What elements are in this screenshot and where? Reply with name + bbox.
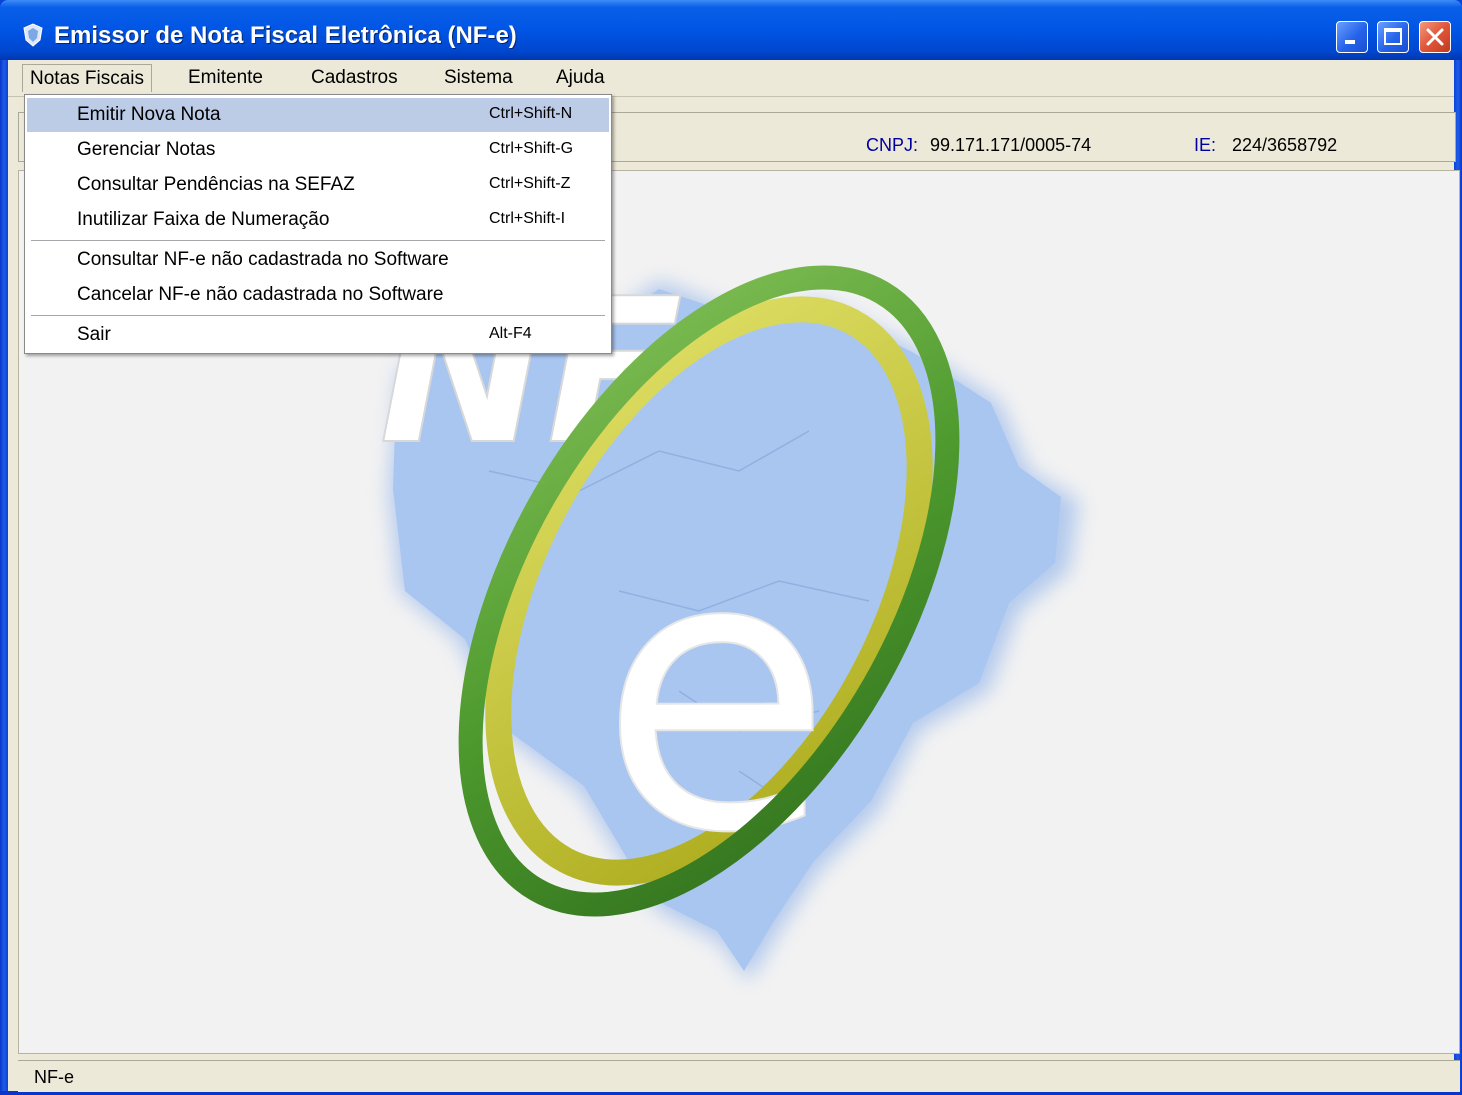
menuitem-consultar-pendencias[interactable]: Consultar Pendências na SEFAZ Ctrl+Shift… <box>27 168 609 202</box>
maximize-icon <box>1384 28 1402 45</box>
window-border-left <box>0 60 8 1095</box>
window-title: Emissor de Nota Fiscal Eletrônica (NF-e) <box>54 22 517 49</box>
menuitem-inutilizar-faixa[interactable]: Inutilizar Faixa de Numeração Ctrl+Shift… <box>27 203 609 237</box>
ie-value: 224/3658792 <box>1232 135 1338 155</box>
menuitem-sair[interactable]: Sair Alt-F4 <box>27 318 609 352</box>
menuitem-shortcut: Alt-F4 <box>489 325 532 342</box>
menuitem-label: Emitir Nova Nota <box>77 104 221 125</box>
menuitem-emitir-nova-nota[interactable]: Emitir Nova Nota Ctrl+Shift-N <box>27 98 609 132</box>
menuitem-gerenciar-notas[interactable]: Gerenciar Notas Ctrl+Shift-G <box>27 133 609 167</box>
menuitem-label: Sair <box>77 324 111 345</box>
status-bar: NF-e <box>18 1060 1460 1092</box>
menuitem-shortcut: Ctrl+Shift-N <box>489 105 573 122</box>
menuitem-cancelar-nfe-nao-cadastrada[interactable]: Cancelar NF-e não cadastrada no Software <box>27 278 609 312</box>
minimize-button[interactable] <box>1336 21 1368 53</box>
menu-cadastros[interactable]: Cadastros <box>304 64 405 92</box>
menu-ajuda[interactable]: Ajuda <box>549 64 612 92</box>
maximize-button[interactable] <box>1377 21 1409 53</box>
menuitem-label: Consultar Pendências na SEFAZ <box>77 174 355 195</box>
app-window: Emissor de Nota Fiscal Eletrônica (NF-e)… <box>0 0 1462 1095</box>
menu-notas-fiscais[interactable]: Notas Fiscais <box>22 64 153 92</box>
menuitem-shortcut: Ctrl+Shift-G <box>489 140 574 157</box>
app-logo-icon <box>23 23 43 47</box>
menuitem-label: Consultar NF-e não cadastrada no Softwar… <box>77 249 449 270</box>
menuitem-consultar-nfe-nao-cadastrada[interactable]: Consultar NF-e não cadastrada no Softwar… <box>27 243 609 277</box>
menuitem-label: Cancelar NF-e não cadastrada no Software <box>77 284 444 305</box>
menuitem-shortcut: Ctrl+Shift-I <box>489 210 566 227</box>
cnpj-label: CNPJ: <box>866 135 919 155</box>
menu-separator <box>31 240 605 242</box>
notas-fiscais-dropdown: Emitir Nova Nota Ctrl+Shift-N Gerenciar … <box>24 94 612 354</box>
menuitem-shortcut: Ctrl+Shift-Z <box>489 175 571 192</box>
menu-emitente[interactable]: Emitente <box>181 64 270 92</box>
close-button[interactable] <box>1419 21 1451 53</box>
cnpj-value: 99.171.171/0005-74 <box>930 135 1092 155</box>
minimize-icon <box>1345 40 1355 44</box>
menu-sistema[interactable]: Sistema <box>437 64 520 92</box>
menu-separator <box>31 315 605 317</box>
menu-bar: Notas Fiscais Emitente Cadastros Sistema… <box>8 60 1454 97</box>
menuitem-label: Gerenciar Notas <box>77 139 216 160</box>
ie-label: IE: <box>1194 135 1217 155</box>
menuitem-label: Inutilizar Faixa de Numeração <box>77 209 330 230</box>
close-icon <box>1426 28 1444 46</box>
status-text: NF-e <box>34 1067 74 1087</box>
title-bar[interactable]: Emissor de Nota Fiscal Eletrônica (NF-e) <box>0 0 1462 60</box>
